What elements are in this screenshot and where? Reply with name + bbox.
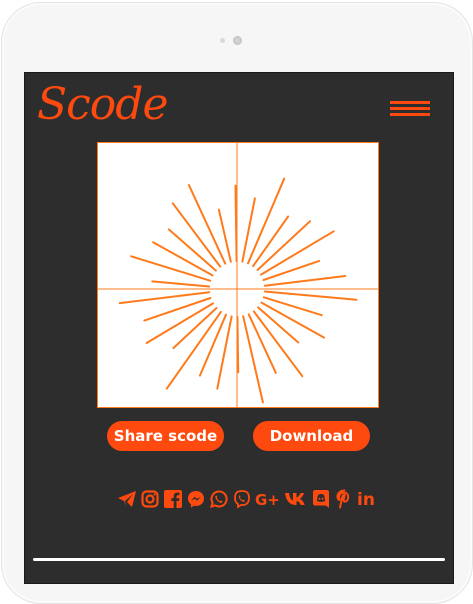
scode-ray [236,316,240,374]
menu-line [390,101,430,104]
linkedin-icon[interactable]: in [357,489,377,509]
viber-icon[interactable] [232,489,252,509]
facebook-icon[interactable] [163,489,183,509]
app-screen: Scode Share scode Download G+ in [24,72,454,584]
front-camera [233,36,242,45]
scode-rays [118,177,358,404]
scode-ray [242,315,264,404]
menu-line [390,113,430,116]
download-button[interactable]: Download [253,421,370,451]
scode-ray [263,290,358,301]
social-share-bar: G+ in [117,487,377,511]
telegram-icon[interactable] [117,489,137,509]
scode-ray [165,310,222,390]
scode-ray [256,220,312,271]
scode-ray [151,280,211,288]
scode-ray [263,275,347,287]
scode-ray [262,259,321,281]
scode-ray [143,297,212,322]
pinterest-icon[interactable] [334,489,354,509]
bottom-divider [33,558,445,561]
messenger-icon[interactable] [186,489,206,509]
google-plus-icon[interactable]: G+ [255,489,281,509]
instagram-icon[interactable] [140,489,160,509]
discord-icon[interactable] [311,489,331,509]
scode-ray [260,301,326,339]
hamburger-menu-button[interactable] [390,101,430,119]
google-plus-label: G+ [255,491,280,508]
share-scode-button[interactable]: Share scode [107,421,224,451]
tablet-frame: Scode Share scode Download G+ in [1,2,473,604]
menu-line [390,107,430,110]
scode-ray [262,296,323,317]
whatsapp-icon[interactable] [209,489,229,509]
scode-image [97,142,379,408]
scode-ray [118,291,211,305]
vk-icon[interactable] [284,489,308,509]
sensor [220,38,225,43]
scode-graphic [98,143,378,407]
linkedin-label: in [357,490,375,508]
scode-ray [216,315,233,390]
scode-ray [234,184,238,262]
app-logo[interactable]: Scode [37,83,168,127]
